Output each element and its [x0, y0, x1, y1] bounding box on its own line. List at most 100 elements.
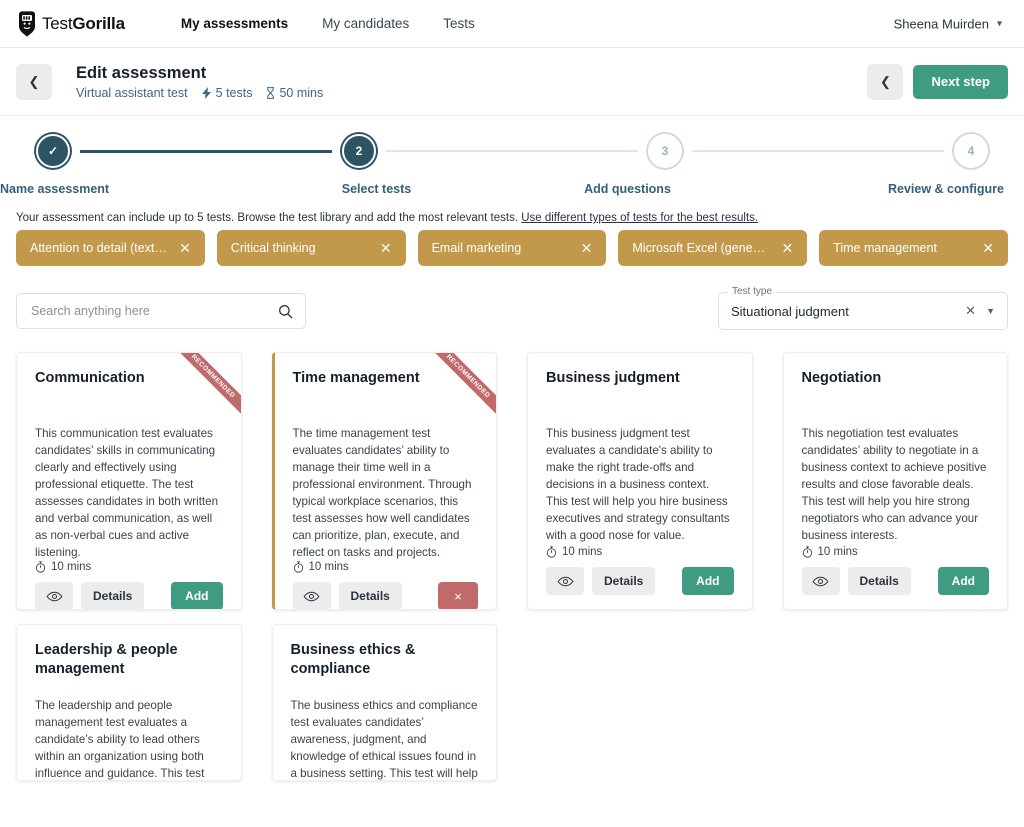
test-card-time-management[interactable]: RECOMMENDED Time management The time man…	[272, 352, 498, 610]
tests-count-meta: 5 tests	[202, 86, 253, 100]
top-navigation-bar: TestGorilla My assessments My candidates…	[0, 0, 1024, 48]
page-header-texts: Edit assessment Virtual assistant test 5…	[76, 63, 323, 101]
search-icon[interactable]	[278, 304, 293, 319]
selected-tests-chips: Attention to detail (text… ✕ Critical th…	[14, 230, 1010, 266]
step-label-name-assessment: Name assessment	[0, 182, 251, 196]
eye-icon	[303, 591, 320, 602]
preview-button[interactable]	[802, 567, 840, 595]
eye-icon	[46, 591, 63, 602]
step-connector-3	[692, 150, 944, 152]
card-title: Business ethics & compliance	[291, 641, 479, 679]
add-test-button[interactable]: Add	[938, 567, 989, 595]
chip-label: Microsoft Excel (gene…	[632, 241, 765, 255]
search-box[interactable]	[16, 293, 306, 329]
add-test-button[interactable]: Add	[171, 582, 222, 610]
card-description: This communication test evaluates candid…	[35, 425, 223, 561]
info-text: Your assessment can include up to 5 test…	[16, 212, 521, 224]
search-input[interactable]	[29, 303, 278, 319]
chevron-left-icon: ❮	[880, 74, 891, 90]
step-node-3[interactable]: 3	[648, 134, 682, 168]
selected-test-chip[interactable]: Attention to detail (text… ✕	[16, 230, 205, 266]
card-description: This negotiation test evaluates candidat…	[802, 425, 990, 546]
details-button[interactable]: Details	[848, 567, 911, 595]
card-duration-label: 10 mins	[309, 561, 349, 573]
card-title: Communication	[35, 369, 223, 407]
chip-label: Critical thinking	[231, 241, 316, 255]
card-actions: Details Add	[802, 567, 990, 595]
selected-test-chip[interactable]: Time management ✕	[819, 230, 1008, 266]
test-card-business-ethics-compliance[interactable]: Business ethics & compliance The busines…	[272, 624, 498, 781]
card-title: Leadership & people management	[35, 641, 223, 679]
preview-button[interactable]	[293, 582, 331, 610]
chip-label: Email marketing	[432, 241, 522, 255]
primary-nav-links: My assessments My candidates Tests	[181, 16, 475, 31]
stopwatch-icon	[35, 561, 46, 573]
step-connector-1	[80, 150, 332, 153]
back-button[interactable]: ❮	[16, 64, 52, 100]
page-header: ❮ Edit assessment Virtual assistant test…	[0, 48, 1024, 116]
test-card-negotiation[interactable]: Negotiation This negotiation test evalua…	[783, 352, 1009, 610]
selected-test-chip[interactable]: Microsoft Excel (gene… ✕	[618, 230, 807, 266]
card-duration-label: 10 mins	[562, 546, 602, 558]
test-type-select[interactable]: Test type Situational judgment ✕ ▼	[718, 292, 1008, 330]
tests-count-label: 5 tests	[216, 86, 253, 100]
close-icon[interactable]: ✕	[380, 240, 392, 257]
brand-logo[interactable]: TestGorilla	[16, 11, 125, 37]
details-button[interactable]: Details	[592, 567, 655, 595]
step-node-1[interactable]: ✓	[36, 134, 70, 168]
best-results-link[interactable]: Use different types of tests for the bes…	[521, 212, 758, 224]
stopwatch-icon	[293, 561, 304, 573]
card-duration: 10 mins	[293, 561, 479, 573]
user-name: Sheena Muirden	[894, 16, 989, 31]
test-type-legend: Test type	[728, 286, 776, 297]
details-button[interactable]: Details	[81, 582, 144, 610]
card-title: Time management	[293, 369, 479, 407]
step-label-select-tests: Select tests	[251, 182, 502, 196]
step-label-add-questions: Add questions	[502, 182, 753, 196]
previous-step-button[interactable]: ❮	[867, 64, 903, 100]
next-step-button[interactable]: Next step	[913, 65, 1008, 99]
duration-label: 50 mins	[279, 86, 323, 100]
test-type-icons: ✕ ▼	[965, 303, 995, 319]
close-icon[interactable]: ✕	[179, 240, 191, 257]
user-menu[interactable]: Sheena Muirden ▾	[894, 16, 1002, 31]
test-card-business-judgment[interactable]: Business judgment This business judgment…	[527, 352, 753, 610]
preview-button[interactable]	[546, 567, 584, 595]
close-icon[interactable]: ✕	[982, 240, 994, 257]
card-title: Negotiation	[802, 369, 990, 407]
brand-name-light: Test	[42, 14, 72, 33]
assessment-name-link[interactable]: Virtual assistant test	[76, 86, 188, 100]
chip-label: Time management	[833, 241, 937, 255]
card-actions: Details Add	[35, 582, 223, 610]
close-icon[interactable]: ✕	[965, 303, 976, 319]
card-description: The time management test evaluates candi…	[293, 425, 479, 561]
stopwatch-icon	[546, 546, 557, 558]
selected-test-chip[interactable]: Critical thinking ✕	[217, 230, 406, 266]
step-node-2[interactable]: 2	[342, 134, 376, 168]
card-duration: 10 mins	[546, 546, 734, 558]
filters-row: Test type Situational judgment ✕ ▼	[14, 292, 1010, 330]
nav-my-assessments[interactable]: My assessments	[181, 16, 288, 31]
add-test-button[interactable]: Add	[682, 567, 733, 595]
chevron-left-icon: ❮	[29, 74, 40, 90]
nav-tests[interactable]: Tests	[443, 16, 475, 31]
close-icon[interactable]: ✕	[581, 240, 593, 257]
step-connector-2	[386, 150, 638, 152]
card-duration-label: 10 mins	[818, 546, 858, 558]
preview-button[interactable]	[35, 582, 73, 610]
details-button[interactable]: Details	[339, 582, 402, 610]
nav-my-candidates[interactable]: My candidates	[322, 16, 409, 31]
card-description: This business judgment test evaluates a …	[546, 425, 734, 546]
chevron-down-icon[interactable]: ▼	[986, 306, 995, 316]
test-card-leadership-people-management[interactable]: Leadership & people management The leade…	[16, 624, 242, 781]
remove-test-button[interactable]: ×	[438, 582, 478, 610]
close-icon[interactable]: ✕	[781, 240, 793, 257]
test-card-communication[interactable]: RECOMMENDED Communication This communica…	[16, 352, 242, 610]
chevron-down-icon: ▾	[997, 18, 1002, 29]
page-title: Edit assessment	[76, 63, 323, 84]
lightning-icon	[202, 87, 212, 99]
brand-name-bold: Gorilla	[72, 14, 124, 33]
selected-test-chip[interactable]: Email marketing ✕	[418, 230, 607, 266]
brand-name: TestGorilla	[42, 14, 125, 34]
step-node-4[interactable]: 4	[954, 134, 988, 168]
